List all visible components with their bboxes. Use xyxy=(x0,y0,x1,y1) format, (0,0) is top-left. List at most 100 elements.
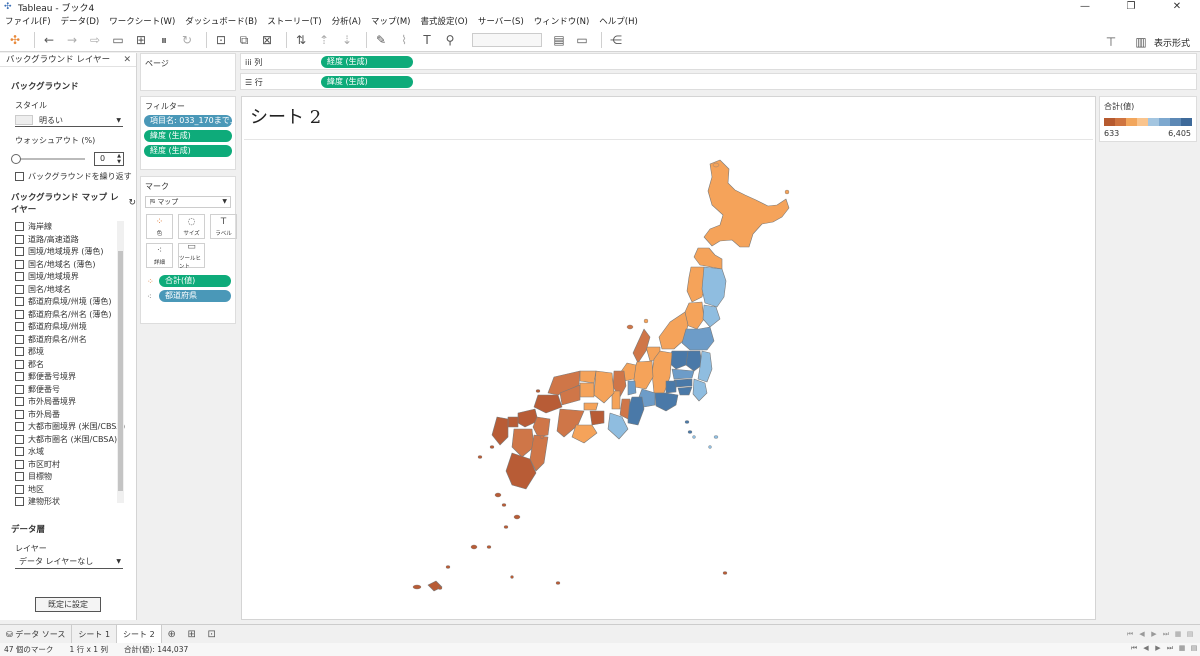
close-window-button[interactable]: ✕ xyxy=(1154,0,1200,14)
island-mark[interactable] xyxy=(712,162,720,168)
prefecture-yamanashi[interactable] xyxy=(665,380,677,394)
layers-scrollbar-thumb[interactable] xyxy=(118,250,123,491)
prefecture-saitama[interactable] xyxy=(671,368,695,380)
prefecture-nara[interactable] xyxy=(619,398,631,420)
next-tab-icon[interactable]: ▶ xyxy=(1148,625,1160,644)
prefecture-oita[interactable] xyxy=(532,416,551,438)
map-layer-checkbox[interactable] xyxy=(15,372,24,382)
group-icon[interactable]: ⌇ xyxy=(395,31,413,49)
prefecture-miyagi[interactable] xyxy=(702,304,721,328)
show-labels-icon[interactable]: T xyxy=(418,31,436,49)
pages-card[interactable]: ページ xyxy=(140,53,236,91)
island-mark[interactable] xyxy=(477,455,483,459)
prefecture-hyogo[interactable] xyxy=(593,370,615,404)
menu-map[interactable]: マップ(M) xyxy=(371,15,410,27)
map-layer-item[interactable]: 建物形状 xyxy=(0,496,136,509)
last-tab-icon[interactable]: ⏭ xyxy=(1160,625,1172,644)
tab-data-source[interactable]: ⛁ データ ソース xyxy=(0,624,73,644)
prefecture-kumamoto[interactable] xyxy=(511,428,535,458)
prefecture-tottori[interactable] xyxy=(579,370,597,384)
island-mark[interactable] xyxy=(643,318,649,324)
map-layer-item[interactable]: 国境/地域境界 xyxy=(0,271,136,284)
tableau-home-icon[interactable]: ✣ xyxy=(6,31,24,49)
minimize-button[interactable]: — xyxy=(1062,0,1108,14)
map-layer-item[interactable]: 都道府県名/州名 xyxy=(0,333,136,346)
island-mark[interactable] xyxy=(486,545,492,549)
island-mark[interactable] xyxy=(687,430,693,434)
map-layer-checkbox[interactable] xyxy=(15,484,24,494)
color-legend[interactable]: 合計(値) 633 6,405 xyxy=(1099,96,1197,142)
prefecture-shizuoka[interactable] xyxy=(654,392,679,412)
rows-shelf[interactable]: ☰ 行 緯度 (生成) xyxy=(240,73,1197,90)
map-layer-checkbox[interactable] xyxy=(15,472,24,482)
map-layer-checkbox[interactable] xyxy=(15,459,24,469)
filter-pill-item[interactable]: 項目名: 033_170まで... xyxy=(144,115,232,127)
rows-pill[interactable]: 緯度 (生成) xyxy=(321,76,413,88)
color-button[interactable]: ⁘ 色 xyxy=(146,214,173,239)
menu-format[interactable]: 書式設定(O) xyxy=(420,15,467,27)
map-layer-item[interactable]: 郵便番号境界 xyxy=(0,371,136,384)
menu-dashboard[interactable]: ダッシュボード(B) xyxy=(185,15,257,27)
map-layer-checkbox[interactable] xyxy=(15,422,24,432)
prefecture-yamaguchi[interactable] xyxy=(533,394,563,414)
map-layer-item[interactable]: 郡名 xyxy=(0,358,136,371)
map-layer-checkbox[interactable] xyxy=(15,434,24,444)
presentation-mode-icon[interactable]: ▭ xyxy=(573,31,591,49)
island-mark[interactable] xyxy=(708,445,712,449)
prev-tab-icon[interactable]: ◀ xyxy=(1136,625,1148,644)
menu-worksheet[interactable]: ワークシート(W) xyxy=(109,15,175,27)
prefecture-ishikawa[interactable] xyxy=(632,328,651,364)
new-datasource-icon[interactable]: ⊞ xyxy=(132,31,150,49)
island-mark[interactable] xyxy=(784,189,790,195)
map-layer-checkbox[interactable] xyxy=(15,359,24,369)
sort-ascending-icon[interactable]: ⇡ xyxy=(315,31,333,49)
map-layer-item[interactable]: 郵便番号 xyxy=(0,383,136,396)
list-view-icon[interactable]: ▤ xyxy=(1188,644,1200,653)
fit-select[interactable] xyxy=(472,32,542,47)
detail-button[interactable]: ⁖ 詳細 xyxy=(146,243,173,268)
prev-page-icon[interactable]: ◀ xyxy=(1140,644,1152,653)
replay-icon[interactable]: ⇨ xyxy=(86,31,104,49)
filmstrip-icon[interactable]: ▦ xyxy=(1172,625,1184,644)
prefecture-kochi[interactable] xyxy=(571,424,598,444)
map-layer-item[interactable]: 郡境 xyxy=(0,346,136,359)
map-layer-item[interactable]: 市区町村 xyxy=(0,458,136,471)
menu-window[interactable]: ウィンドウ(N) xyxy=(534,15,590,27)
island-mark[interactable] xyxy=(437,586,443,590)
map-layer-checkbox[interactable] xyxy=(15,397,24,407)
map-layer-checkbox[interactable] xyxy=(15,247,24,257)
reset-icon[interactable]: ↻ xyxy=(128,198,136,208)
tab-list-icon[interactable]: ▤ xyxy=(1184,625,1196,644)
style-select[interactable]: 明るい ▼ xyxy=(15,114,123,127)
highlight-icon[interactable]: ✎ xyxy=(372,31,390,49)
island-mark[interactable] xyxy=(555,581,561,585)
menu-server[interactable]: サーバー(S) xyxy=(478,15,524,27)
clear-sheet-icon[interactable]: ⊠ xyxy=(258,31,276,49)
island-mark[interactable] xyxy=(692,435,696,439)
map-layer-checkbox[interactable] xyxy=(15,322,24,332)
data-layer-select[interactable]: データ レイヤーなし ▼ xyxy=(15,556,123,569)
map-layer-item[interactable]: 都道府県境/州境 xyxy=(0,321,136,334)
map-layer-checkbox[interactable] xyxy=(15,334,24,344)
map-layer-checkbox[interactable] xyxy=(15,384,24,394)
japan-map[interactable] xyxy=(242,97,1097,621)
island-mark[interactable] xyxy=(503,525,509,529)
island-mark[interactable] xyxy=(626,324,634,330)
menu-analysis[interactable]: 分析(A) xyxy=(332,15,361,27)
prefecture-fukushima[interactable] xyxy=(681,326,715,351)
map-layer-item[interactable]: 海岸線 xyxy=(0,221,136,234)
duplicate-sheet-icon[interactable]: ⧉ xyxy=(235,31,253,49)
columns-pill[interactable]: 経度 (生成) xyxy=(321,56,413,68)
format-painter-icon[interactable]: ⊤ xyxy=(1102,33,1120,51)
washout-slider-handle[interactable] xyxy=(11,154,21,164)
island-mark[interactable] xyxy=(513,514,521,520)
close-panel-icon[interactable]: ✕ xyxy=(123,53,131,67)
map-layer-item[interactable]: 国名/地域名 xyxy=(0,283,136,296)
prefecture-kagawa[interactable] xyxy=(583,402,599,411)
washout-stepper[interactable]: 0 ▲ ▼ xyxy=(94,152,124,166)
show-me-icon[interactable]: ▥ xyxy=(1132,33,1150,51)
map-layer-checkbox[interactable] xyxy=(15,497,24,507)
map-layer-item[interactable]: 大都市圏名 (米国/CBSA) xyxy=(0,433,136,446)
prefecture-saga[interactable] xyxy=(507,416,519,428)
map-layer-item[interactable]: 国名/地域名 (薄色) xyxy=(0,258,136,271)
